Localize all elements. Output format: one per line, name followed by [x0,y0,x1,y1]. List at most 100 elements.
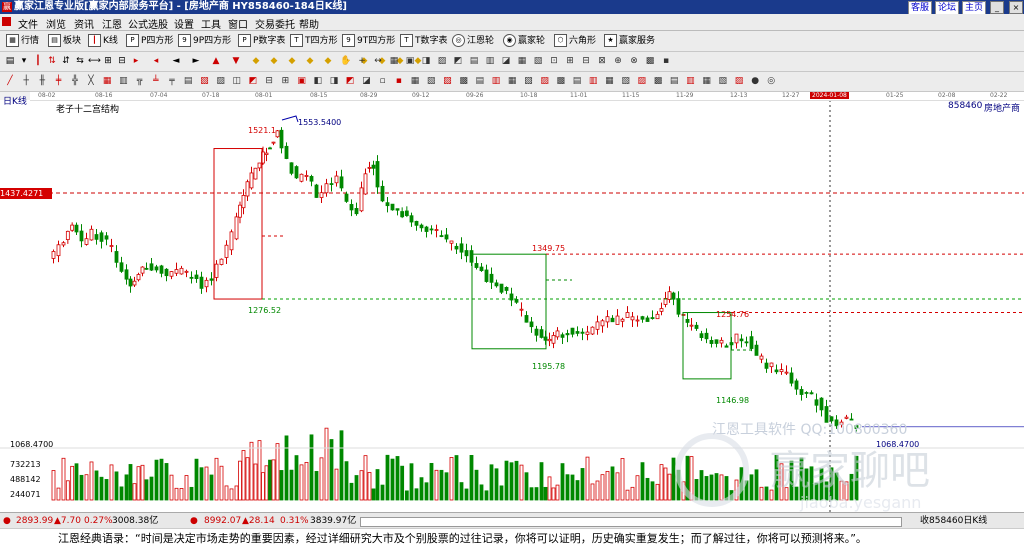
tool3-39-icon[interactable]: ▨ [636,75,648,87]
tool2b-0-icon[interactable]: ✋ [340,55,352,67]
gann-wheel-button[interactable]: ◎ 江恩轮 [452,34,494,48]
tool3-11-icon[interactable]: ▤ [182,75,194,87]
tool2-6-icon[interactable]: ⟷ [88,55,101,67]
tool2b-15-icon[interactable]: ⊟ [580,55,592,67]
tool2-5-icon[interactable]: ⇆ [74,55,86,67]
tool2b-13-icon[interactable]: ⊡ [548,55,560,67]
tool3-31-icon[interactable]: ▦ [506,75,518,87]
tool3-0-icon[interactable]: ╱ [4,75,16,87]
tool2-9-icon[interactable]: ▸ [130,55,142,67]
tool3-37-icon[interactable]: ▦ [603,75,615,87]
tool3-14-icon[interactable]: ◫ [231,75,243,87]
tool3-29-icon[interactable]: ▤ [474,75,486,87]
tool2-19-icon[interactable]: ◆ [322,55,334,67]
menu-settings[interactable]: 设置 [174,16,194,31]
forum-button[interactable]: 论坛 [935,1,960,15]
tool3-36-icon[interactable]: ▥ [587,75,599,87]
menu-file[interactable]: 文件 [18,16,38,31]
tool3-15-icon[interactable]: ◩ [247,75,259,87]
tool3-17-icon[interactable]: ⊞ [279,75,291,87]
winner-service-button[interactable]: ★ 赢家服务 [604,34,655,48]
tool3-7-icon[interactable]: ▥ [117,75,129,87]
tool3-3-icon[interactable]: ╪ [53,75,65,87]
tool3-8-icon[interactable]: ╦ [134,75,146,87]
menu-tools[interactable]: 工具 [201,16,221,31]
9t-square-button[interactable]: 9 9T四方形 [342,34,395,48]
tool3-41-icon[interactable]: ▤ [668,75,680,87]
tool3-20-icon[interactable]: ◨ [328,75,340,87]
menu-formula[interactable]: 公式选股 [128,16,168,31]
minimize-icon[interactable]: _ [990,1,1004,14]
tool2-4-icon[interactable]: ⇵ [60,55,72,67]
chart-area[interactable]: 1553.5400 1521.1 1276.52 1349.75 1195.78 1254… [0,92,1024,512]
tool3-40-icon[interactable]: ▩ [652,75,664,87]
tool3-1-icon[interactable]: ┼ [20,75,32,87]
tool3-5-icon[interactable]: ╳ [85,75,97,87]
tool2b-20-icon[interactable]: ▪ [660,55,672,67]
tool2-0-icon[interactable]: ▤ [4,55,16,67]
tool2b-3-icon[interactable]: ▦ [388,55,400,67]
tool2-1-icon[interactable]: ▾ [18,55,30,67]
menu-gann[interactable]: 江恩 [102,16,122,31]
p-square-button[interactable]: P P四方形 [126,34,173,48]
tool3-42-icon[interactable]: ▥ [684,75,696,87]
tool2b-8-icon[interactable]: ▤ [468,55,480,67]
tool3-35-icon[interactable]: ▤ [571,75,583,87]
tool2b-7-icon[interactable]: ◩ [452,55,464,67]
tool2-12-icon[interactable]: ► [190,55,202,67]
tool2-17-icon[interactable]: ◆ [286,55,298,67]
tool2-14-icon[interactable]: ▼ [230,55,242,67]
tool2b-18-icon[interactable]: ⊗ [628,55,640,67]
tool3-24-icon[interactable]: ▪ [393,75,405,87]
close-icon[interactable]: × [1009,1,1023,14]
hexagon-button[interactable]: ⬡ 六角形 [554,34,596,48]
tool2b-16-icon[interactable]: ⊠ [596,55,608,67]
tool3-46-icon[interactable]: ● [749,75,761,87]
kline-button[interactable]: ┃ K线 [88,34,118,48]
quotes-button[interactable]: ▦ 行情 [6,34,39,48]
menu-trade[interactable]: 交易委托 [255,16,295,31]
tool3-47-icon[interactable]: ◎ [765,75,777,87]
tool2b-1-icon[interactable]: + [356,55,368,67]
tool3-34-icon[interactable]: ▩ [555,75,567,87]
tool2-18-icon[interactable]: ◆ [304,55,316,67]
tool2b-6-icon[interactable]: ▨ [436,55,448,67]
homepage-button[interactable]: 主页 [962,1,987,15]
tool2b-12-icon[interactable]: ▧ [532,55,544,67]
tool3-9-icon[interactable]: ╧ [150,75,162,87]
tool2-16-icon[interactable]: ◆ [268,55,280,67]
menu-help[interactable]: 帮助 [299,16,319,31]
tool2-13-icon[interactable]: ▲ [210,55,222,67]
tool2b-10-icon[interactable]: ◪ [500,55,512,67]
tool3-45-icon[interactable]: ▨ [733,75,745,87]
menu-window[interactable]: 窗口 [228,16,248,31]
tool2-15-icon[interactable]: ◆ [250,55,262,67]
tool2b-19-icon[interactable]: ▩ [644,55,656,67]
tool3-30-icon[interactable]: ▥ [490,75,502,87]
tool3-13-icon[interactable]: ▨ [215,75,227,87]
tool3-38-icon[interactable]: ▧ [620,75,632,87]
tool2-10-icon[interactable]: ◂ [150,55,162,67]
tool3-12-icon[interactable]: ▧ [198,75,210,87]
tool2-7-icon[interactable]: ⊞ [102,55,114,67]
tool2b-5-icon[interactable]: ◨ [420,55,432,67]
tool3-6-icon[interactable]: ▦ [101,75,113,87]
menu-news[interactable]: 资讯 [74,16,94,31]
tool3-2-icon[interactable]: ╫ [36,75,48,87]
tool2b-11-icon[interactable]: ▦ [516,55,528,67]
tool3-26-icon[interactable]: ▧ [425,75,437,87]
tool3-16-icon[interactable]: ⊟ [263,75,275,87]
9p-square-button[interactable]: 9 9P四方形 [178,34,231,48]
tool2-8-icon[interactable]: ⊟ [116,55,128,67]
tool3-32-icon[interactable]: ▧ [522,75,534,87]
tool3-4-icon[interactable]: ╬ [69,75,81,87]
tool3-21-icon[interactable]: ◩ [344,75,356,87]
tool2-11-icon[interactable]: ◄ [170,55,182,67]
kline-chart[interactable]: 1553.5400 1521.1 1276.52 1349.75 1195.78 1254… [0,92,1024,512]
customer-service-button[interactable]: 客服 [908,1,933,15]
tool3-25-icon[interactable]: ▦ [409,75,421,87]
menu-app-icon[interactable] [2,17,11,26]
tool3-28-icon[interactable]: ▩ [458,75,470,87]
tool3-33-icon[interactable]: ▨ [539,75,551,87]
t-table-button[interactable]: T T数字表 [400,34,448,48]
